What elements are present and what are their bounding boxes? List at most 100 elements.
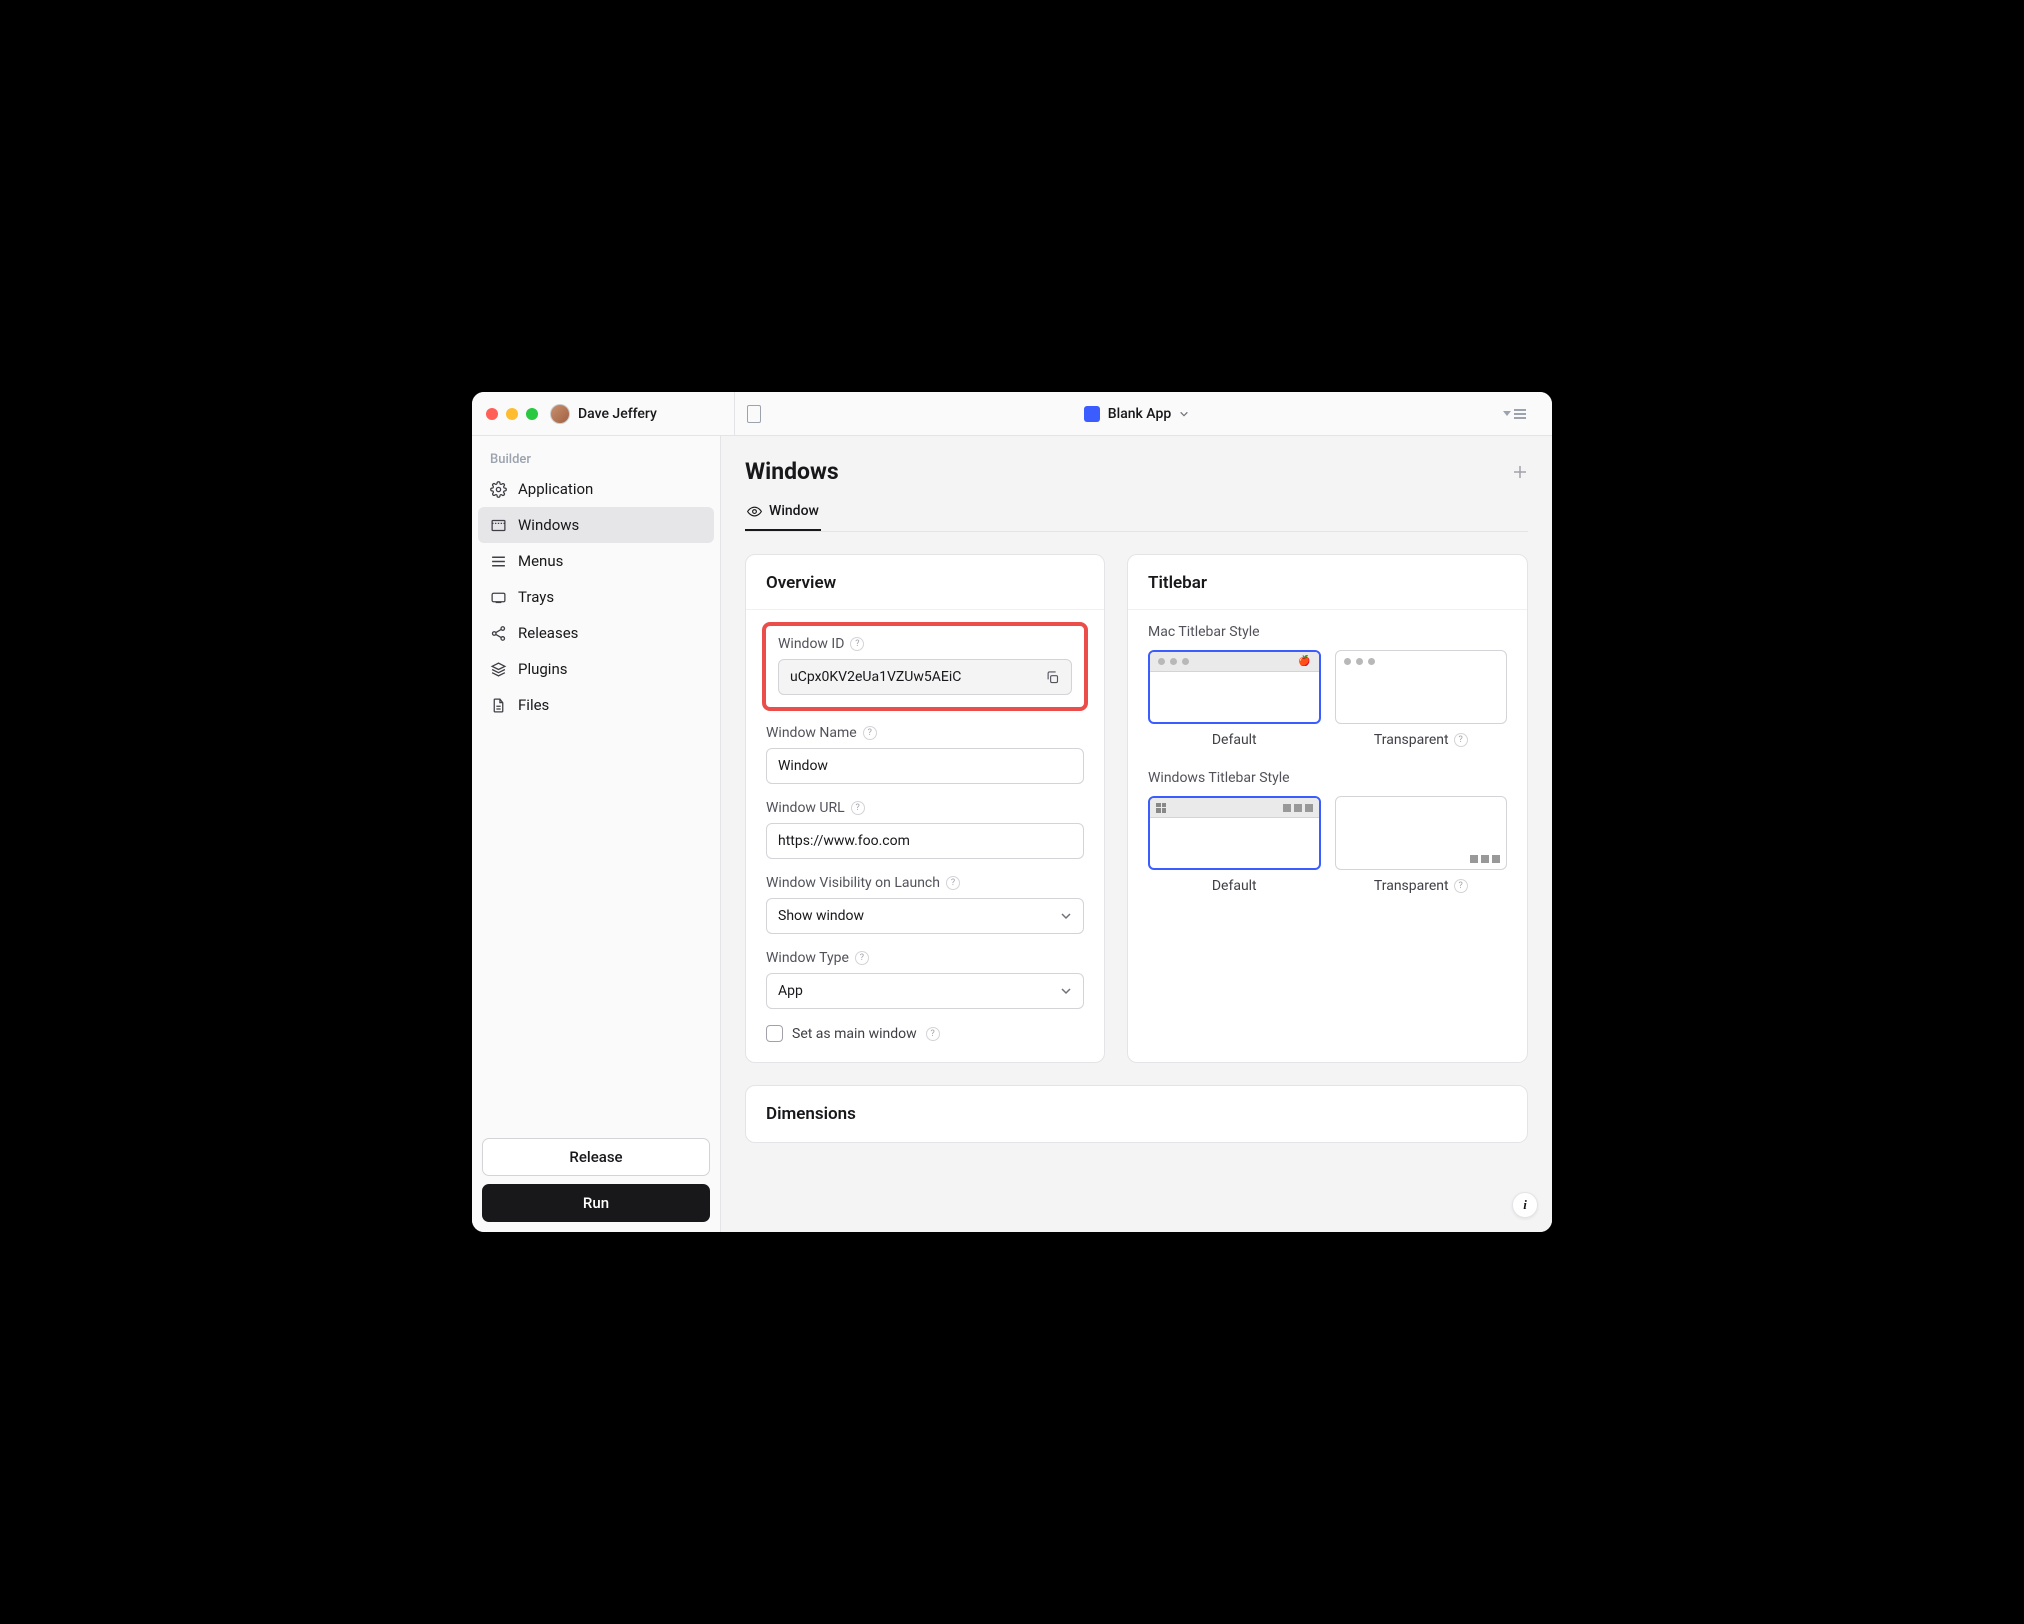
titlebar-left: Dave Jeffery [486, 404, 734, 424]
username: Dave Jeffery [578, 406, 657, 422]
visibility-label: Window Visibility on Launch [766, 875, 940, 891]
app-icon [1084, 406, 1100, 422]
window-url-label: Window URL [766, 800, 845, 816]
sidebar-item-windows[interactable]: Windows [478, 507, 714, 543]
main-content: Windows Window Overview [721, 436, 1552, 1232]
run-button[interactable]: Run [482, 1184, 710, 1222]
sidebar: Builder Application Windows Menus Trays [472, 436, 721, 1232]
close-icon[interactable] [486, 408, 498, 420]
sidebar-item-label: Releases [518, 624, 578, 642]
tray-icon [490, 589, 507, 606]
release-button[interactable]: Release [482, 1138, 710, 1176]
style-label: Default [1212, 878, 1257, 894]
plus-icon[interactable] [1512, 464, 1528, 480]
field-label: Window Type ? [766, 950, 1084, 966]
sidebar-item-releases[interactable]: Releases [478, 615, 714, 651]
dimensions-card: Dimensions [745, 1085, 1528, 1143]
sidebar-item-label: Menus [518, 552, 563, 570]
card-title: Overview [746, 555, 1104, 610]
help-icon[interactable]: ? [863, 726, 877, 740]
main-window-checkbox-row[interactable]: Set as main window ? [766, 1025, 1084, 1042]
mac-style-transparent[interactable]: Transparent? [1335, 650, 1508, 748]
titlebar-card: Titlebar Mac Titlebar Style 🍎 Default [1127, 554, 1528, 1063]
title-row: Windows [745, 458, 1528, 485]
style-preview [1148, 796, 1321, 870]
type-label: Window Type [766, 950, 849, 966]
sidebar-section-label: Builder [478, 446, 714, 471]
sidebar-section: Builder Application Windows Menus Trays [472, 436, 720, 1128]
style-label: Default [1212, 732, 1257, 748]
sidebar-item-menus[interactable]: Menus [478, 543, 714, 579]
sidebar-item-label: Application [518, 480, 593, 498]
checkbox[interactable] [766, 1025, 783, 1042]
device-icon[interactable] [747, 405, 761, 423]
app-window: Dave Jeffery Blank App Builder Applicati… [472, 392, 1552, 1232]
style-preview: 🍎 [1148, 650, 1321, 724]
field-label: Window ID ? [778, 636, 1072, 652]
window-id-field: uCpx0KV2eUa1VZUw5AEiC [778, 659, 1072, 695]
win-titlebar-label: Windows Titlebar Style [1148, 770, 1507, 786]
mac-style-row: 🍎 Default Transparent? [1148, 650, 1507, 748]
window-name-input[interactable] [766, 748, 1084, 784]
sidebar-item-files[interactable]: Files [478, 687, 714, 723]
window-icon [490, 517, 507, 534]
win-style-row: Default Transparent? [1148, 796, 1507, 894]
maximize-icon[interactable] [526, 408, 538, 420]
apple-icon: 🍎 [1298, 656, 1310, 667]
help-icon[interactable]: ? [1454, 733, 1468, 747]
help-icon[interactable]: ? [855, 951, 869, 965]
eye-icon [747, 504, 762, 519]
style-label: Transparent [1374, 878, 1449, 894]
sidebar-footer: Release Run [472, 1128, 720, 1232]
mac-style-default[interactable]: 🍎 Default [1148, 650, 1321, 748]
help-icon[interactable]: ? [926, 1027, 940, 1041]
sidebar-item-trays[interactable]: Trays [478, 579, 714, 615]
tabs: Window [745, 503, 1528, 532]
visibility-select[interactable]: Show window [766, 898, 1084, 934]
style-preview [1335, 796, 1508, 870]
file-icon [490, 697, 507, 714]
style-preview [1335, 650, 1508, 724]
visibility-value: Show window [778, 908, 864, 924]
type-select[interactable]: App [766, 973, 1084, 1009]
sidebar-item-application[interactable]: Application [478, 471, 714, 507]
layers-icon [490, 661, 507, 678]
windows-icon [1156, 803, 1166, 813]
main-header: Windows Window [721, 436, 1552, 532]
page-title: Windows [745, 458, 839, 485]
help-icon[interactable]: ? [851, 801, 865, 815]
chevron-down-icon[interactable] [1179, 409, 1189, 419]
help-icon[interactable]: ? [850, 637, 864, 651]
sidebar-item-label: Windows [518, 516, 579, 534]
type-value: App [778, 983, 803, 999]
view-options-icon[interactable] [1503, 409, 1526, 419]
help-icon[interactable]: ? [1454, 879, 1468, 893]
body: Builder Application Windows Menus Trays [472, 436, 1552, 1232]
card-body: Mac Titlebar Style 🍎 Default [1128, 610, 1527, 936]
window-name-label: Window Name [766, 725, 857, 741]
chevron-down-icon [1060, 985, 1072, 997]
window-url-field-group: Window URL ? [766, 800, 1084, 859]
avatar[interactable] [550, 404, 570, 424]
traffic-lights[interactable] [486, 408, 538, 420]
info-button[interactable]: i [1512, 1192, 1538, 1218]
tab-window[interactable]: Window [745, 503, 821, 531]
sidebar-item-label: Plugins [518, 660, 567, 678]
type-field-group: Window Type ? App [766, 950, 1084, 1009]
win-style-transparent[interactable]: Transparent? [1335, 796, 1508, 894]
menu-icon [490, 553, 507, 570]
dimensions-title: Dimensions [766, 1104, 856, 1124]
copy-icon[interactable] [1045, 670, 1060, 685]
card-body: Window ID ? uCpx0KV2eUa1VZUw5AEiC [746, 610, 1104, 1062]
help-icon[interactable]: ? [946, 876, 960, 890]
window-url-input[interactable] [766, 823, 1084, 859]
field-label: Window URL ? [766, 800, 1084, 816]
field-label: Window Name ? [766, 725, 1084, 741]
style-label: Transparent [1374, 732, 1449, 748]
minimize-icon[interactable] [506, 408, 518, 420]
overview-card: Overview Window ID ? uCpx0KV2eUa1VZUw5AE… [745, 554, 1105, 1063]
sidebar-item-plugins[interactable]: Plugins [478, 651, 714, 687]
window-titlebar: Dave Jeffery Blank App [472, 392, 1552, 436]
win-style-default[interactable]: Default [1148, 796, 1321, 894]
visibility-field-group: Window Visibility on Launch ? Show windo… [766, 875, 1084, 934]
